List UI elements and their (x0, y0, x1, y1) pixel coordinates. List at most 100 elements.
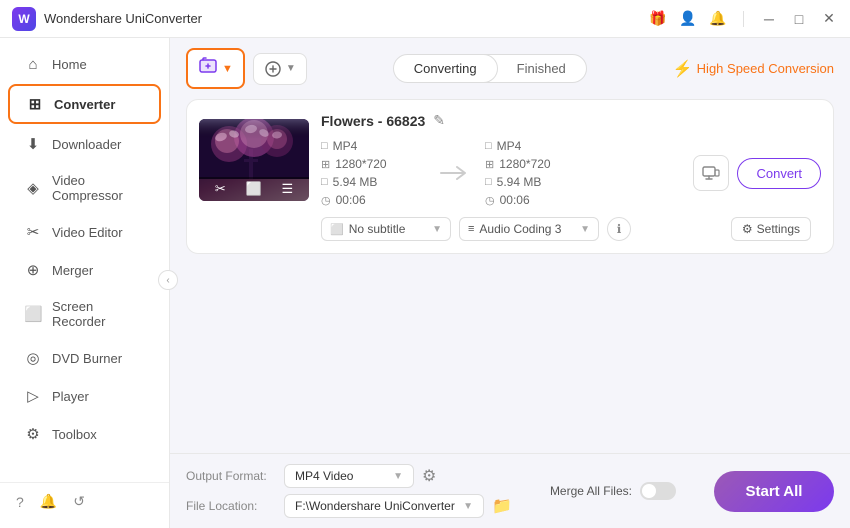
file-location-row: File Location: F:\Wondershare UniConvert… (186, 494, 512, 518)
user-icon[interactable]: 👤 (679, 10, 697, 28)
sidebar: ⌂ Home ⊞ Converter ⬇ Downloader ◈ Video … (0, 38, 170, 528)
tab-group: Converting Finished (393, 54, 587, 83)
output-resolution-icon: ⊞ (485, 158, 494, 171)
resolution-icon: ⊞ (321, 158, 330, 171)
edit-filename-icon[interactable]: ✎ (433, 112, 445, 129)
sidebar-item-downloader[interactable]: ⬇ Downloader (8, 126, 161, 162)
output-format-icon: □ (485, 140, 492, 152)
location-dropdown-arrow: ▼ (463, 501, 473, 512)
output-format-dropdown[interactable]: MP4 Video ▼ (284, 464, 414, 488)
bolt-icon: ⚡ (673, 59, 693, 79)
converter-icon: ⊞ (26, 95, 44, 113)
source-size: □ 5.94 MB (321, 175, 421, 189)
source-resolution: ⊞ 1280*720 (321, 157, 421, 171)
add-device-button[interactable]: ▼ (253, 53, 307, 85)
sidebar-item-screen-recorder[interactable]: ⬜ Screen Recorder (8, 290, 161, 338)
sidebar-item-video-editor[interactable]: ✂ Video Editor (8, 214, 161, 250)
format-icon: □ (321, 140, 328, 152)
output-meta: □ MP4 ⊞ 1280*720 □ 5.94 MB (485, 139, 585, 207)
sidebar-item-label: Video Editor (52, 225, 123, 240)
sidebar-collapse-button[interactable]: ‹ (158, 270, 178, 290)
sidebar-item-label: Video Compressor (52, 173, 145, 203)
dvd-icon: ◎ (24, 349, 42, 367)
file-card: ✂ ⬜ ☰ Flowers - 66823 ✎ (186, 99, 834, 254)
sidebar-item-toolbox[interactable]: ⚙ Toolbox (8, 416, 161, 452)
editor-icon: ✂ (24, 223, 42, 241)
settings-label: Settings (757, 222, 800, 236)
format-dropdown-arrow: ▼ (393, 471, 403, 482)
folder-icon[interactable]: 📁 (492, 496, 512, 516)
sidebar-item-player[interactable]: ▷ Player (8, 378, 161, 414)
gift-icon[interactable]: 🎁 (649, 10, 667, 28)
toolbox-icon: ⚙ (24, 425, 42, 443)
audio-icon: ≡ (468, 223, 474, 235)
start-all-button[interactable]: Start All (714, 471, 834, 512)
file-location-label: File Location: (186, 499, 276, 513)
home-icon: ⌂ (24, 56, 42, 73)
maximize-button[interactable]: □ (790, 10, 808, 28)
thumbnail-svg (199, 119, 309, 179)
merge-row: Merge All Files: (550, 482, 676, 500)
dropdown-arrow-small-icon: ▼ (286, 63, 296, 74)
sidebar-item-video-compressor[interactable]: ◈ Video Compressor (8, 164, 161, 212)
toggle-knob (642, 484, 656, 498)
sidebar-item-label: Home (52, 57, 87, 72)
audio-dropdown[interactable]: ≡ Audio Coding 3 ▼ (459, 217, 599, 241)
output-resolution: ⊞ 1280*720 (485, 157, 585, 171)
sidebar-item-converter[interactable]: ⊞ Converter (8, 84, 161, 124)
tab-converting[interactable]: Converting (393, 54, 498, 83)
bell-icon[interactable]: 🔔 (709, 10, 727, 28)
output-format-row: Output Format: MP4 Video ▼ ⚙ (186, 464, 512, 488)
content-area: ▼ ▼ Converting Finished ⚡ High Speed Con… (170, 38, 850, 528)
duration-icon: ◷ (321, 194, 331, 207)
bottom-left: Output Format: MP4 Video ▼ ⚙ File Locati… (186, 464, 512, 518)
file-name: Flowers - 66823 (321, 113, 425, 129)
main-layout: ⌂ Home ⊞ Converter ⬇ Downloader ◈ Video … (0, 38, 850, 528)
close-button[interactable]: ✕ (820, 10, 838, 28)
sidebar-item-label: DVD Burner (52, 351, 122, 366)
add-files-icon (198, 56, 218, 81)
refresh-icon[interactable]: ↺ (73, 493, 85, 510)
merge-toggle[interactable] (640, 482, 676, 500)
subtitle-dropdown[interactable]: ⬜ No subtitle ▼ (321, 217, 451, 241)
sidebar-item-label: Converter (54, 97, 115, 112)
merger-icon: ⊕ (24, 261, 42, 279)
info-button[interactable]: ℹ (607, 217, 631, 241)
source-duration: ◷ 00:06 (321, 193, 421, 207)
notification-icon[interactable]: 🔔 (40, 493, 57, 510)
device-output-icon[interactable] (693, 155, 729, 191)
source-duration-value: 00:06 (336, 193, 366, 207)
output-format: □ MP4 (485, 139, 585, 153)
file-location-input[interactable]: F:\Wondershare UniConverter ▼ (284, 494, 484, 518)
source-size-value: 5.94 MB (333, 175, 378, 189)
file-info: Flowers - 66823 ✎ □ MP4 ⊞ (321, 112, 821, 207)
bottom-bar: Output Format: MP4 Video ▼ ⚙ File Locati… (170, 453, 850, 528)
sidebar-item-label: Player (52, 389, 89, 404)
tab-finished[interactable]: Finished (497, 55, 586, 82)
sidebar-item-label: Screen Recorder (52, 299, 145, 329)
crop-icon[interactable]: ⬜ (246, 181, 262, 197)
high-speed-button[interactable]: ⚡ High Speed Conversion (673, 59, 834, 79)
top-toolbar: ▼ ▼ Converting Finished ⚡ High Speed Con… (170, 38, 850, 99)
help-icon[interactable]: ? (16, 494, 24, 510)
app-title: Wondershare UniConverter (44, 11, 202, 26)
output-size-icon: □ (485, 176, 492, 188)
minimize-button[interactable]: ─ (760, 10, 778, 28)
format-settings-icon[interactable]: ⚙ (422, 466, 436, 486)
high-speed-label: High Speed Conversion (697, 61, 834, 76)
device-add-icon (264, 60, 282, 78)
sidebar-item-dvd-burner[interactable]: ◎ DVD Burner (8, 340, 161, 376)
settings-button[interactable]: ⚙ Settings (731, 217, 811, 241)
device-icon-svg (701, 163, 721, 183)
output-duration: ◷ 00:06 (485, 193, 585, 207)
sidebar-item-merger[interactable]: ⊕ Merger (8, 252, 161, 288)
merge-label: Merge All Files: (550, 484, 632, 498)
audio-label: Audio Coding 3 (479, 222, 561, 236)
sidebar-item-home[interactable]: ⌂ Home (8, 47, 161, 82)
file-list: ✂ ⬜ ☰ Flowers - 66823 ✎ (170, 99, 850, 453)
effects-icon[interactable]: ☰ (281, 181, 293, 197)
cut-icon[interactable]: ✂ (215, 181, 226, 197)
add-files-button[interactable]: ▼ (186, 48, 245, 89)
convert-button[interactable]: Convert (737, 158, 821, 189)
file-card-top: ✂ ⬜ ☰ Flowers - 66823 ✎ (199, 112, 821, 207)
